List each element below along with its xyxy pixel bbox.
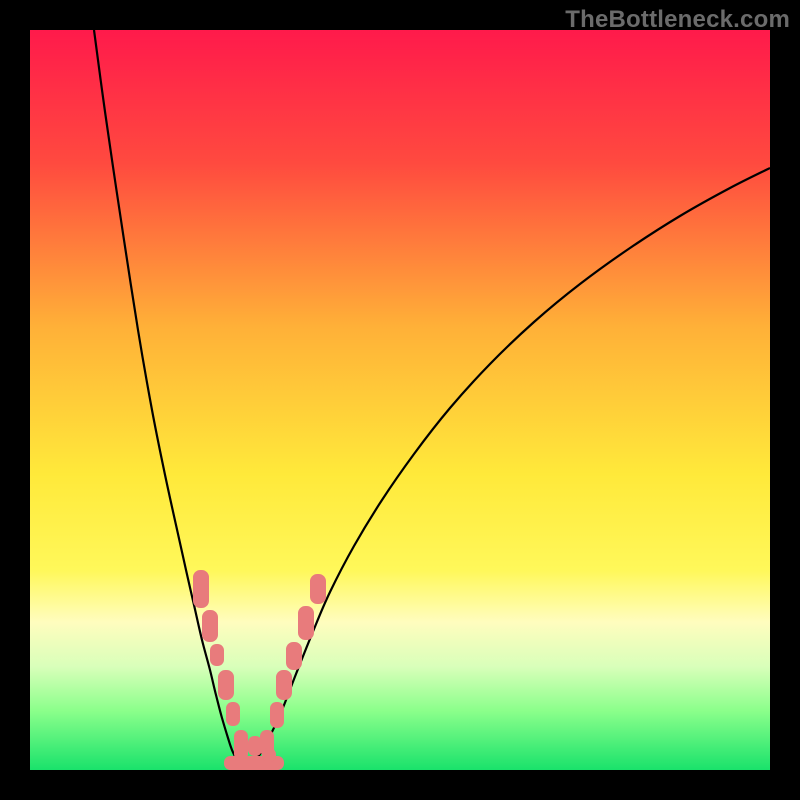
marker — [310, 574, 326, 604]
marker — [276, 670, 292, 700]
marker — [234, 730, 248, 760]
marker — [218, 670, 234, 700]
marker — [298, 606, 314, 640]
marker — [193, 570, 209, 608]
right-curve — [246, 168, 770, 770]
marker — [262, 748, 276, 762]
plot-area — [30, 30, 770, 770]
marker — [202, 610, 218, 642]
marker-cluster — [193, 570, 326, 770]
marker — [270, 702, 284, 728]
curves-layer — [30, 30, 770, 770]
watermark-text: TheBottleneck.com — [565, 6, 790, 34]
marker — [226, 702, 240, 726]
marker — [248, 736, 262, 756]
frame: TheBottleneck.com — [0, 0, 800, 800]
marker — [286, 642, 302, 670]
marker — [210, 644, 224, 666]
